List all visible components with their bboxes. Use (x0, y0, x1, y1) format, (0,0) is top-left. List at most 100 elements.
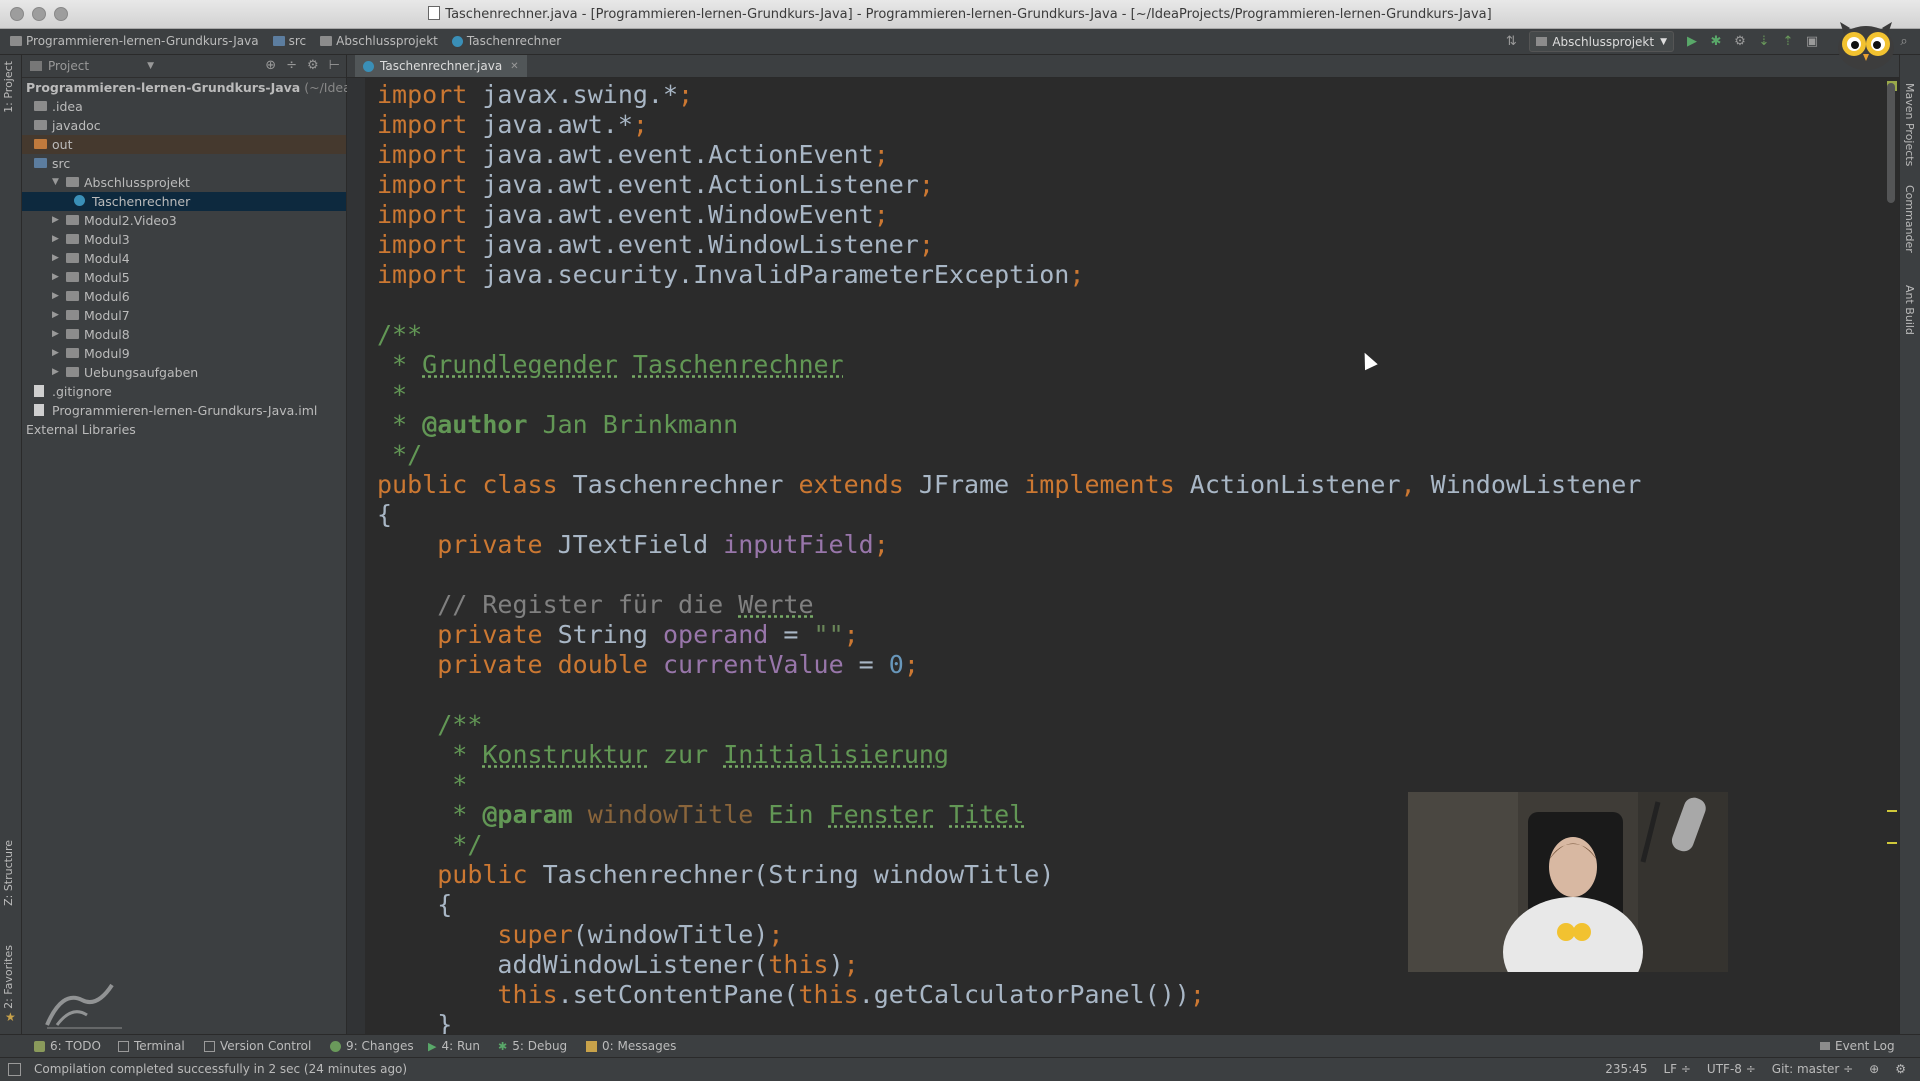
collapse-arrow-icon[interactable]: ▶ (52, 287, 59, 306)
code-line[interactable]: * (377, 380, 1641, 410)
search-icon[interactable]: ⌕ (1896, 34, 1912, 50)
code-line[interactable]: import javax.swing.*; (377, 80, 1641, 110)
project-structure-icon[interactable]: ▣ (1804, 34, 1820, 50)
code-line[interactable]: public class Taschenrechner extends JFra… (377, 470, 1641, 500)
tree-item[interactable]: ▶ Modul7 (22, 306, 346, 325)
tree-item[interactable]: ▶ Modul5 (22, 268, 346, 287)
collapse-arrow-icon[interactable]: ▶ (52, 325, 59, 344)
collapse-arrow-icon[interactable]: ▶ (52, 268, 59, 287)
tool-tab-structure[interactable]: Z: Structure (2, 840, 15, 906)
terminal-icon (118, 1040, 129, 1052)
code-token: java.awt.event.WindowListener (467, 230, 919, 259)
debug-icon[interactable]: ✱ (1708, 34, 1724, 50)
tree-item[interactable]: .idea (22, 97, 346, 116)
collapse-arrow-icon[interactable]: ▶ (52, 344, 59, 363)
tree-item[interactable]: javadoc (22, 116, 346, 135)
collapse-arrow-icon[interactable]: ▶ (52, 306, 59, 325)
code-line[interactable]: import java.awt.event.WindowEvent; (377, 200, 1641, 230)
code-line[interactable]: import java.security.InvalidParameterExc… (377, 260, 1641, 290)
tool-tab-messages[interactable]: 0: Messages (586, 1039, 676, 1053)
collapse-all-icon[interactable]: ÷ (286, 58, 297, 73)
code-line[interactable] (377, 290, 1641, 320)
lock-icon[interactable]: ⊕ (1869, 1062, 1879, 1076)
code-line[interactable]: * Konstruktur zur Initialisierung (377, 740, 1641, 770)
tree-item[interactable]: Programmieren-lernen-Grundkurs-Java.iml (22, 401, 346, 420)
settings-gear-icon[interactable]: ⚙ (307, 58, 319, 73)
code-line[interactable]: private double currentValue = 0; (377, 650, 1641, 680)
expand-arrow-icon[interactable]: ▼ (52, 173, 59, 192)
tree-item[interactable]: ▶ Modul8 (22, 325, 346, 344)
collapse-arrow-icon[interactable]: ▶ (52, 211, 59, 230)
tool-tab-favorites[interactable]: 2: Favorites (2, 945, 15, 1009)
code-token: super (497, 920, 573, 949)
tree-item[interactable]: ▶ Modul4 (22, 249, 346, 268)
breadcrumb-project[interactable]: Programmieren-lernen-Grundkurs-Java (10, 34, 259, 48)
tool-tab-run[interactable]: ▶ 4: Run (428, 1039, 480, 1053)
close-tab-icon[interactable]: ✕ (510, 61, 518, 72)
line-separator[interactable]: LF ÷ (1663, 1062, 1690, 1076)
editor-scrollbar[interactable] (1887, 83, 1895, 203)
caret-position[interactable]: 235:45 (1605, 1062, 1647, 1076)
code-line[interactable]: import java.awt.event.ActionListener; (377, 170, 1641, 200)
tool-tab-commander[interactable]: Commander (1903, 185, 1916, 253)
collapse-arrow-icon[interactable]: ▶ (52, 230, 59, 249)
tree-item[interactable]: .gitignore (22, 382, 346, 401)
tree-item[interactable]: out (22, 135, 346, 154)
editor-tab-taschenrechner[interactable]: Taschenrechner.java ✕ (355, 55, 527, 77)
vcs-push-icon[interactable]: ⇡ (1780, 34, 1796, 50)
code-line[interactable]: private String operand = ""; (377, 620, 1641, 650)
tool-tab-maven[interactable]: Maven Projects (1903, 83, 1916, 166)
code-line[interactable]: */ (377, 440, 1641, 470)
vcs-update-icon[interactable]: ⇅ (1503, 34, 1519, 50)
tool-tab-changes[interactable]: 9: Changes (330, 1039, 414, 1053)
tree-item[interactable]: ▶ Modul6 (22, 287, 346, 306)
code-line[interactable]: import java.awt.event.WindowListener; (377, 230, 1641, 260)
code-line[interactable]: * Grundlegender Taschenrechner (377, 350, 1641, 380)
project-view-selector[interactable]: Project ▼ (30, 59, 154, 73)
event-log-tab[interactable]: Event Log (1820, 1039, 1895, 1053)
code-line[interactable] (377, 680, 1641, 710)
breadcrumb-class[interactable]: Taschenrechner (451, 34, 561, 48)
code-line[interactable]: /** (377, 320, 1641, 350)
tree-item[interactable]: ▼ Abschlussprojekt (22, 173, 346, 192)
tool-tab-terminal[interactable]: Terminal (118, 1039, 185, 1053)
code-line[interactable]: { (377, 500, 1641, 530)
code-line[interactable]: import java.awt.event.ActionEvent; (377, 140, 1641, 170)
status-panel-icon[interactable] (8, 1063, 21, 1076)
tree-item[interactable]: ▶ Uebungsaufgaben (22, 363, 346, 382)
tree-item[interactable]: External Libraries (22, 420, 346, 439)
coverage-icon[interactable]: ⚙ (1732, 34, 1748, 50)
breadcrumb-package[interactable]: Abschlussprojekt (320, 34, 438, 48)
code-line[interactable]: private JTextField inputField; (377, 530, 1641, 560)
code-line[interactable]: * @author Jan Brinkmann (377, 410, 1641, 440)
tree-item[interactable]: ▶ Modul3 (22, 230, 346, 249)
code-line[interactable] (377, 560, 1641, 590)
code-token: 0 (888, 650, 904, 679)
collapse-arrow-icon[interactable]: ▶ (52, 249, 59, 268)
tree-item[interactable]: Taschenrechner (22, 192, 346, 211)
collapse-arrow-icon[interactable]: ▶ (52, 363, 59, 382)
file-encoding[interactable]: UTF-8 ÷ (1707, 1062, 1756, 1076)
code-line[interactable]: this.setContentPane(this.getCalculatorPa… (377, 980, 1641, 1010)
tool-tab-ant-build[interactable]: Ant Build (1903, 285, 1916, 335)
hide-panel-icon[interactable]: ⊢ (329, 58, 340, 73)
inspector-icon[interactable]: ⚙ (1895, 1062, 1906, 1076)
scroll-from-source-icon[interactable]: ⊕ (265, 58, 276, 73)
breadcrumb-src[interactable]: src (272, 34, 306, 48)
tree-item[interactable]: ▶ Modul2.Video3 (22, 211, 346, 230)
code-line[interactable]: import java.awt.*; (377, 110, 1641, 140)
vcs-branch[interactable]: Git: master ÷ (1772, 1062, 1853, 1076)
tool-tab-todo[interactable]: 6: TODO (34, 1039, 101, 1053)
run-configuration-selector[interactable]: Abschlussprojekt ▼ (1529, 31, 1674, 52)
tool-tab-debug[interactable]: ✱ 5: Debug (498, 1039, 567, 1053)
tool-tab-version-control[interactable]: Version Control (204, 1039, 311, 1053)
tree-item[interactable]: Programmieren-lernen-Grundkurs-Java (~/I… (22, 78, 363, 97)
tool-tab-project[interactable]: 1: Project (2, 61, 15, 113)
tree-item[interactable]: src (22, 154, 346, 173)
vcs-commit-icon[interactable]: ⇣ (1756, 34, 1772, 50)
code-line[interactable]: /** (377, 710, 1641, 740)
run-icon[interactable]: ▶ (1684, 34, 1700, 50)
code-line[interactable]: // Register für die Werte (377, 590, 1641, 620)
tree-item[interactable]: ▶ Modul9 (22, 344, 346, 363)
